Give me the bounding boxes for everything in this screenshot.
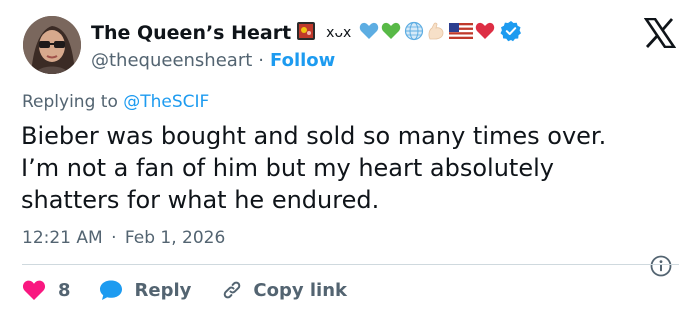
- like-count: 8: [58, 279, 71, 301]
- timestamp-separator: ·: [111, 228, 117, 248]
- avatar[interactable]: [23, 16, 81, 74]
- author-handle[interactable]: @thequeensheart: [91, 50, 252, 71]
- copy-link-button[interactable]: Copy link: [221, 279, 347, 301]
- reply-context: Replying to @TheSCIF: [22, 92, 209, 112]
- reply-context-mention[interactable]: @TheSCIF: [123, 92, 209, 112]
- copy-link-label: Copy link: [253, 279, 347, 301]
- us-flag-icon: [449, 23, 474, 43]
- red-heart-icon: [475, 22, 495, 44]
- link-icon: [224, 281, 241, 299]
- tweet-text: Bieber was bought and sold so many times…: [21, 122, 607, 214]
- dizzy-face-emoji: ⅹᴗⅹ: [326, 25, 352, 41]
- x-logo-icon[interactable]: [643, 17, 677, 49]
- action-bar: 8 Reply Copy link: [22, 276, 347, 304]
- heart-icon: [22, 280, 46, 300]
- info-icon[interactable]: [650, 255, 672, 277]
- author-handle-row: @thequeensheart · Follow: [91, 48, 335, 72]
- flower-card-emoji: [296, 21, 316, 45]
- avatar-image: [23, 16, 81, 74]
- author-name-row: The Queen’s Heart ⅹᴗⅹ: [91, 20, 522, 46]
- blue-heart-icon: [359, 22, 379, 44]
- divider: [22, 264, 679, 265]
- tweet-date: Feb 1, 2026: [124, 228, 226, 248]
- globe-icon: [404, 21, 424, 45]
- reply-button[interactable]: Reply: [99, 279, 192, 301]
- author-display-name[interactable]: The Queen’s Heart: [91, 22, 291, 44]
- follow-button[interactable]: Follow: [270, 50, 335, 71]
- handle-separator: ·: [258, 49, 265, 71]
- tweet-timestamp[interactable]: 12:21 AM · Feb 1, 2026: [22, 228, 225, 248]
- flexed-biceps-icon: [426, 21, 446, 45]
- tweet-time: 12:21 AM: [22, 228, 103, 248]
- reply-bubble-icon: [99, 280, 122, 300]
- green-heart-icon: [381, 22, 401, 44]
- like-button[interactable]: 8: [22, 279, 71, 301]
- reply-context-prefix: Replying to: [22, 92, 118, 112]
- reply-label: Reply: [134, 279, 192, 301]
- verified-badge-icon: [500, 20, 522, 46]
